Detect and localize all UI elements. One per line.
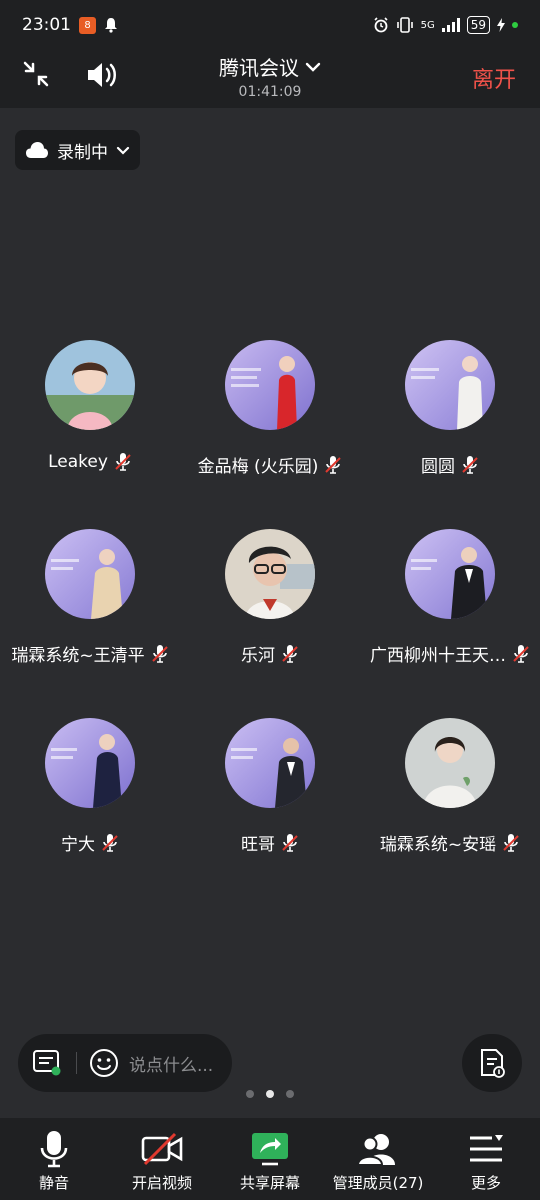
participant-name: 乐河 (241, 646, 275, 666)
avatar (225, 718, 315, 808)
microphone-muted-icon (282, 833, 298, 852)
chat-divider (76, 1052, 77, 1074)
chevron-down-icon (305, 62, 321, 72)
meeting-top-bar: 腾讯会议 01:41:09 离开 (0, 50, 540, 108)
participant-name: 广西柳州十王天… (370, 646, 506, 666)
participant-tile[interactable]: 广西柳州十王天… (360, 529, 540, 666)
start-video-label: 开启视频 (131, 1174, 192, 1192)
microphone-muted-icon (325, 455, 342, 474)
document-button[interactable] (462, 1034, 522, 1092)
chat-input[interactable]: 说点什么... (129, 1051, 213, 1076)
participant-tile[interactable]: 瑞霖系统~安瑶 (360, 718, 540, 855)
signal-icon (441, 18, 460, 32)
participant-name: Leakey (48, 452, 108, 472)
page-indicator (0, 1090, 540, 1098)
participant-tile[interactable]: Leakey (0, 340, 180, 472)
more-menu-icon (470, 1135, 503, 1162)
participant-name: 瑞霖系统~安瑶 (379, 835, 497, 855)
participant-tile[interactable]: 旺哥 (180, 718, 360, 855)
leave-button[interactable]: 离开 (472, 62, 516, 94)
avatar (405, 340, 495, 430)
avatar (405, 529, 495, 619)
privacy-dot (512, 22, 518, 28)
meeting-title: 腾讯会议 (219, 56, 299, 80)
meeting-title-block[interactable]: 腾讯会议 01:41:09 (0, 52, 540, 100)
share-screen-label: 共享屏幕 (239, 1174, 300, 1192)
status-time: 23:01 (22, 15, 71, 35)
recording-status-button[interactable]: 录制中 (15, 130, 140, 170)
participant-name: 瑞霖系统~王清平 (11, 646, 145, 666)
manage-members-button[interactable]: 管理成员(27) (324, 1118, 432, 1200)
battery-indicator: 59 (466, 16, 490, 34)
avatar (45, 340, 135, 430)
avatar (45, 718, 135, 808)
emoji-icon[interactable] (89, 1048, 119, 1078)
microphone-muted-icon (102, 833, 118, 852)
participant-name: 宁大 (61, 835, 95, 855)
microphone-muted-icon (151, 644, 168, 663)
cloud-icon (26, 142, 48, 158)
microphone-muted-icon (503, 833, 519, 852)
avatar (45, 529, 135, 619)
microphone-muted-icon (462, 455, 478, 474)
participant-name: 旺哥 (241, 835, 275, 855)
vibrate-icon (396, 17, 413, 33)
video-off-icon (141, 1132, 183, 1166)
status-bar: 23:01 8 5G 59 (0, 0, 540, 50)
microphone-muted-icon (513, 644, 529, 663)
participant-tile[interactable]: 圆圆 (360, 340, 540, 477)
share-screen-icon (252, 1133, 288, 1166)
participant-tile[interactable]: 乐河 (180, 529, 360, 666)
members-icon (357, 1134, 395, 1166)
microphone-muted-icon (115, 453, 131, 471)
chevron-down-icon (116, 146, 130, 155)
chat-bar: 说点什么... (18, 1034, 232, 1092)
more-button[interactable]: 更多 (432, 1118, 540, 1200)
page-dot-active[interactable] (266, 1090, 274, 1098)
more-label: 更多 (470, 1174, 501, 1192)
notification-bell-icon (105, 18, 117, 33)
participant-name: 圆圆 (421, 457, 455, 477)
meeting-toolbar: 静音 开启视频 共享屏幕 管理成员(27) 更多 (0, 1118, 540, 1200)
mute-button[interactable]: 静音 (0, 1118, 108, 1200)
participant-name: 金品梅 (火乐园) (197, 457, 319, 477)
avatar (405, 718, 495, 808)
mute-label: 静音 (38, 1174, 69, 1192)
meeting-elapsed-time: 01:41:09 (238, 84, 302, 100)
document-icon (481, 1049, 505, 1078)
participant-tile[interactable]: 瑞霖系统~王清平 (0, 529, 180, 666)
manage-members-label: 管理成员(27) (332, 1174, 424, 1192)
microphone-muted-icon (282, 644, 298, 663)
network-type: 5G (420, 19, 435, 31)
participant-tile[interactable]: 金品梅 (火乐园) (180, 340, 360, 477)
avatar (225, 529, 315, 619)
avatar (225, 340, 315, 430)
share-screen-button[interactable]: 共享屏幕 (216, 1118, 324, 1200)
recording-label: 录制中 (57, 142, 108, 163)
app-badge-icon: 8 (79, 16, 96, 34)
chat-list-icon[interactable] (32, 1049, 62, 1077)
charging-icon (497, 18, 505, 32)
page-dot[interactable] (246, 1090, 254, 1098)
start-video-button[interactable]: 开启视频 (108, 1118, 216, 1200)
alarm-icon (374, 17, 388, 33)
participant-tile[interactable]: 宁大 (0, 718, 180, 855)
microphone-icon (40, 1131, 68, 1168)
page-dot[interactable] (286, 1090, 294, 1098)
